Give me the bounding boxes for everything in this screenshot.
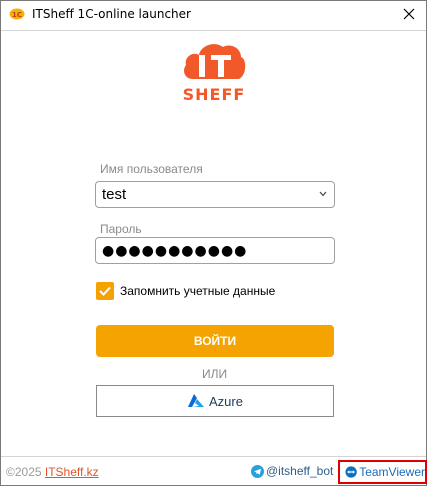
remember-credentials-checkbox[interactable]: Запомнить учетные данные [96, 281, 275, 301]
copyright-label: ©2025 [6, 465, 45, 479]
username-field[interactable]: test [95, 181, 335, 208]
password-label: Пароль [100, 222, 142, 236]
azure-icon [188, 394, 205, 407]
username-value: test [102, 186, 127, 203]
close-icon [403, 8, 415, 20]
checkmark-icon [99, 286, 111, 296]
footer-divider [1, 456, 426, 457]
teamviewer-link[interactable]: TeamViewer [338, 460, 427, 484]
azure-label: Azure [209, 393, 243, 409]
teamviewer-label: TeamViewer [359, 465, 425, 479]
logo-text: SHEFF [182, 85, 246, 104]
footer: ©2025 ITSheff.kz @itsheff_bot TeamViewer [1, 460, 427, 484]
or-separator: ИЛИ [201, 367, 228, 381]
remember-label: Запомнить учетные данные [120, 284, 276, 298]
window-title: ITSheff 1C-online launcher [32, 7, 191, 21]
title-bar: 1C ITSheff 1C-online launcher [1, 1, 426, 27]
cloud-logo-icon [184, 44, 246, 79]
telegram-link[interactable]: @itsheff_bot [251, 464, 333, 478]
azure-login-button[interactable]: Azure [96, 385, 334, 417]
close-button[interactable] [392, 1, 426, 27]
teamviewer-icon [345, 466, 357, 478]
svg-text:1C: 1C [12, 11, 22, 19]
copyright-text: ©2025 ITSheff.kz [6, 465, 99, 479]
password-field[interactable]: ●●●●●●●●●●● [95, 237, 335, 264]
site-link[interactable]: ITSheff.kz [45, 465, 99, 479]
title-divider [1, 30, 426, 31]
password-value: ●●●●●●●●●●● [102, 242, 248, 259]
launcher-window: 1C ITSheff 1C-online launcher SHEFF Имя … [0, 0, 427, 486]
chevron-down-icon[interactable] [318, 188, 328, 200]
username-label: Имя пользователя [100, 162, 203, 176]
itsheff-app-icon: 1C [9, 8, 25, 20]
telegram-icon [251, 464, 264, 478]
login-button[interactable]: ВОЙТИ [96, 325, 334, 357]
itsheff-logo: SHEFF [181, 41, 247, 105]
telegram-label: @itsheff_bot [266, 464, 334, 478]
checkbox[interactable] [96, 282, 114, 300]
